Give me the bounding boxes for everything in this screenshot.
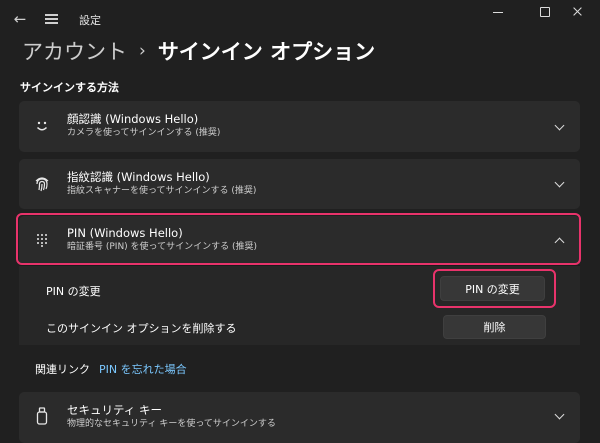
- face-recognition-card[interactable]: 顔認識 (Windows Hello) カメラを使ってサインインする (推奨): [19, 101, 580, 152]
- breadcrumb-separator: ›: [139, 41, 146, 61]
- back-arrow-icon[interactable]: ←: [8, 8, 32, 30]
- breadcrumb-parent[interactable]: アカウント: [22, 36, 127, 66]
- pin-highlight-frame: [16, 213, 581, 265]
- fingerprint-subtitle: 指紋スキャナーを使ってサインインする (推奨): [67, 186, 257, 196]
- title-bar: ← 設定: [0, 0, 600, 36]
- chevron-down-icon[interactable]: [554, 178, 566, 190]
- hamburger-menu-icon[interactable]: [42, 8, 62, 30]
- fingerprint-title: 指紋認識 (Windows Hello): [67, 170, 210, 184]
- face-recognition-subtitle: カメラを使ってサインインする (推奨): [67, 128, 221, 138]
- related-links: 関連リンク PIN を忘れた場合: [19, 353, 580, 383]
- security-key-subtitle: 物理的なセキュリティ キーを使ってサインインする: [67, 419, 276, 429]
- remove-button[interactable]: 削除: [443, 315, 546, 339]
- security-key-card[interactable]: セキュリティ キー 物理的なセキュリティ キーを使ってサインインする: [19, 392, 580, 443]
- minimize-icon[interactable]: [475, 0, 521, 26]
- related-links-label: 関連リンク: [35, 363, 90, 376]
- face-recognition-title: 顔認識 (Windows Hello): [67, 112, 199, 126]
- remove-option-label: このサインイン オプションを削除する: [46, 322, 237, 335]
- pin-change-highlight-frame: [433, 269, 556, 308]
- page-title: サインイン オプション: [157, 40, 376, 64]
- close-icon[interactable]: [554, 0, 600, 26]
- fingerprint-card[interactable]: 指紋認識 (Windows Hello) 指紋スキャナーを使ってサインインする …: [19, 159, 580, 209]
- window-title: 設定: [79, 14, 101, 27]
- pin-change-label: PIN の変更: [46, 285, 101, 298]
- breadcrumb: アカウント › サインイン オプション: [22, 34, 375, 68]
- fingerprint-icon: [31, 173, 53, 195]
- security-key-title: セキュリティ キー: [67, 403, 162, 417]
- chevron-down-icon[interactable]: [554, 410, 566, 422]
- chevron-down-icon[interactable]: [554, 121, 566, 133]
- security-key-icon: [31, 405, 53, 427]
- section-title: サインインする方法: [20, 81, 119, 94]
- forgot-pin-link[interactable]: PIN を忘れた場合: [99, 361, 187, 377]
- face-icon: [31, 115, 53, 137]
